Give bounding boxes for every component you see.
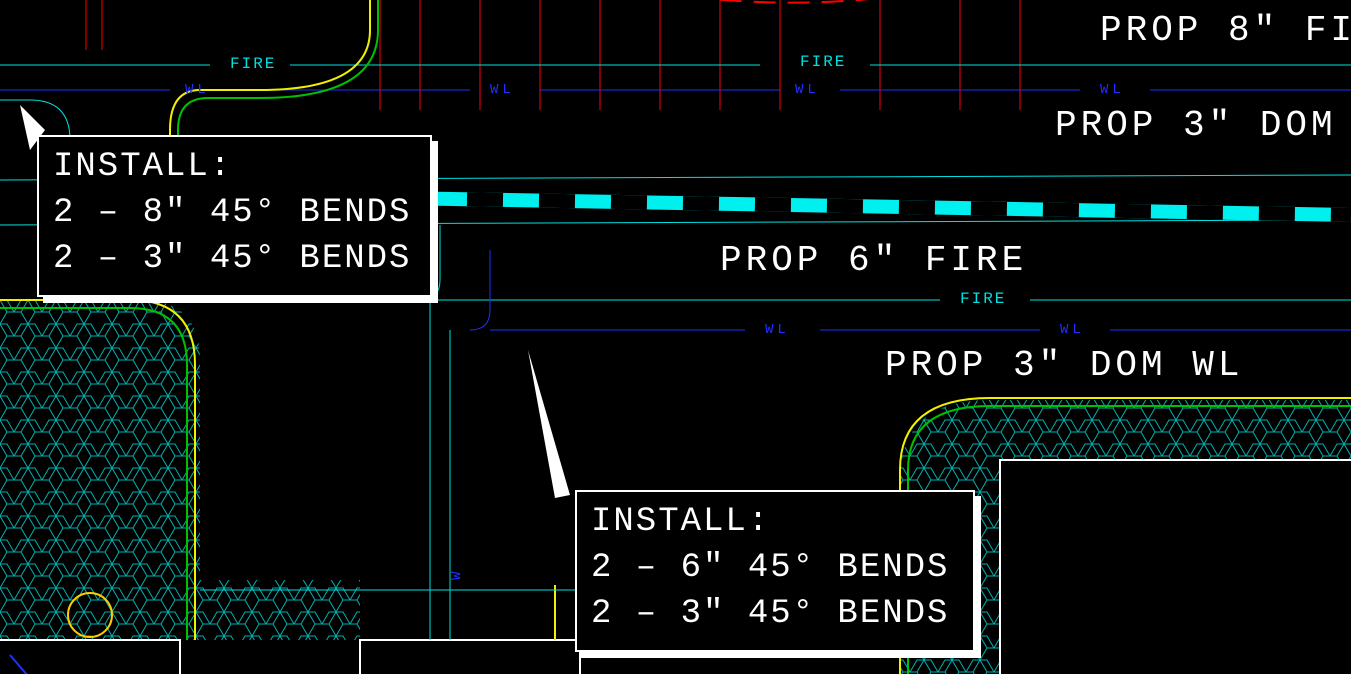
- wl-tag-1: WL: [185, 82, 210, 98]
- fire-tag-1: FIRE: [230, 55, 276, 73]
- callout-lower-line1: 2 – 6" 45° BENDS: [591, 546, 959, 592]
- red-dashed-arc: [520, 0, 1020, 3]
- wl-tag-vertical: W: [449, 568, 465, 580]
- fire-tag-3: FIRE: [960, 290, 1006, 308]
- leader-lower: [528, 350, 570, 498]
- callout-lower-title: INSTALL:: [591, 500, 959, 546]
- wl-tag-3: WL: [795, 82, 820, 98]
- label-prop-6-fire: PROP 6" FIRE: [720, 240, 1027, 281]
- hatch-area-left: [0, 300, 360, 640]
- wl-tag-4: WL: [1100, 82, 1125, 98]
- callout-lower-line2: 2 – 3" 45° BENDS: [591, 592, 959, 638]
- label-prop-3-dom-wl: PROP 3" DOM WL: [885, 345, 1243, 386]
- wl-tag-5: WL: [765, 322, 790, 338]
- label-prop-3-dom-top: PROP 3" DOM: [1055, 105, 1337, 146]
- wl-tag-2: WL: [490, 82, 515, 98]
- callout-upper-title: INSTALL:: [53, 145, 416, 191]
- cyan-vertical-center: [430, 300, 450, 640]
- label-prop-8-fire: PROP 8" FI: [1100, 10, 1351, 51]
- red-gridlines: [86, 0, 1020, 110]
- callout-install-lower: INSTALL: 2 – 6" 45° BENDS 2 – 3" 45° BEN…: [575, 490, 975, 652]
- cad-viewport[interactable]: W FIRE FIRE WL WL WL WL FIRE WL WL PROP …: [0, 0, 1351, 674]
- callout-upper-line2: 2 – 3" 45° BENDS: [53, 237, 416, 283]
- callout-install-upper: INSTALL: 2 – 8" 45° BENDS 2 – 3" 45° BEN…: [37, 135, 432, 297]
- callout-upper-line1: 2 – 8" 45° BENDS: [53, 191, 416, 237]
- blue-tick-ll: [10, 655, 40, 674]
- wl-tag-6: WL: [1060, 322, 1085, 338]
- fire-tag-2: FIRE: [800, 53, 846, 71]
